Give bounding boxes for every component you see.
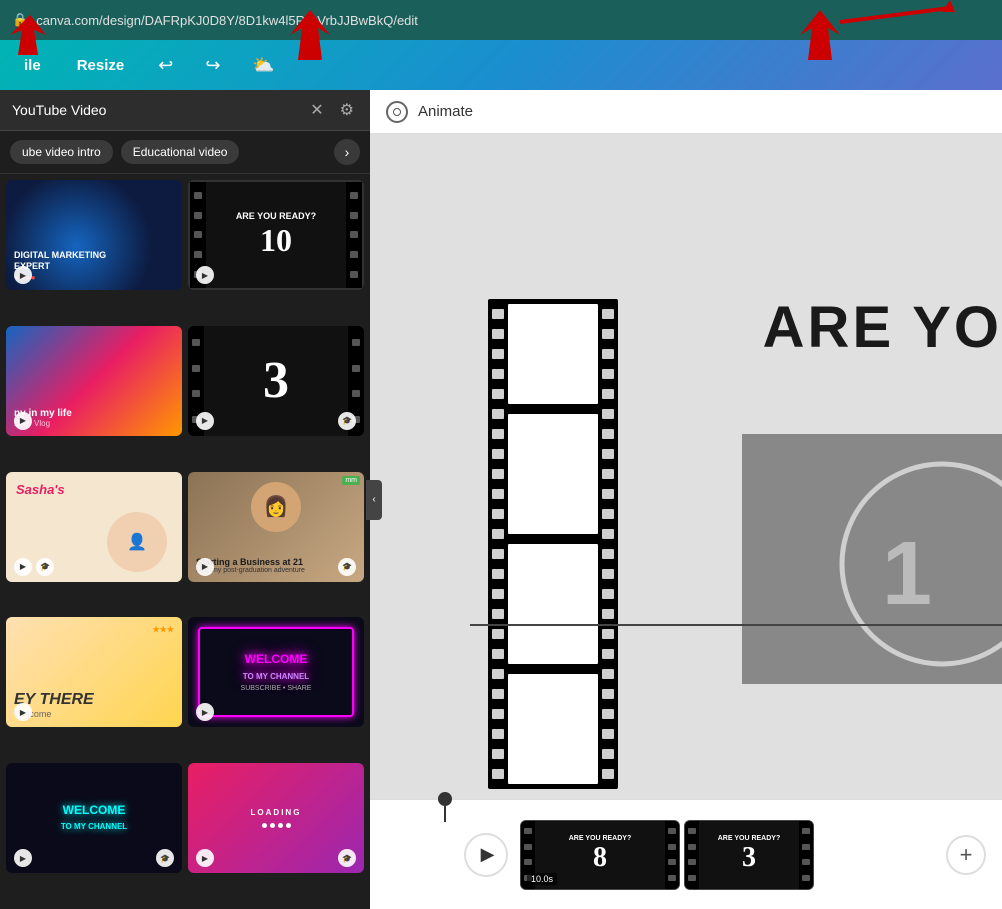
filter-tab-intro[interactable]: ube video intro [10,140,113,164]
main-area: ✕ ⚙ ube video intro Educational video › … [0,90,1002,909]
filter-tab-educational[interactable]: Educational video [121,140,240,164]
play-icon: ▶ [196,266,214,284]
template-grid: DIGITAL MARKETINGEXPERT ● ●●● ▶ [0,174,370,909]
play-icon: ▶ [196,412,214,430]
canvas-gray-box: 1 [742,434,1002,684]
search-bar: ✕ ⚙ [0,90,370,131]
undo-button[interactable]: ↩ [152,51,179,80]
timeline-clips: ARE YOU READY? 8 10.0s [520,820,934,890]
canvas-divider [470,624,1002,626]
template-item[interactable]: WELCOMETO MY CHANNEL SUBSCRIBE • SHARE ▶ [188,617,364,727]
sidebar-collapse-button[interactable]: ‹ [366,480,382,520]
toolbar: ile Resize ↩ ↪ ⛅ [0,40,1002,90]
template-item[interactable]: ny in my life Daily Vlog ▶ [6,326,182,436]
timeline-play-button[interactable]: ▶ [464,833,508,877]
template-item[interactable]: EY THERE Welcome ★★★ ▶ [6,617,182,727]
template-item[interactable]: ARE YOU READY? 10 ▶ [188,180,364,290]
template-item[interactable]: mm 👩 Starting a Business at 21 How my po… [188,472,364,582]
cap-icon: 🎓 [338,412,356,430]
svg-text:1: 1 [882,524,932,624]
play-icon: ▶ [196,558,214,576]
template-item[interactable]: 3 ▶ 🎓 [188,326,364,436]
search-input[interactable] [12,102,298,118]
lock-icon: 🔒 [12,12,28,28]
search-filter-button[interactable]: ⚙ [336,98,358,122]
animate-label[interactable]: Animate [418,103,473,120]
file-button[interactable]: ile [16,53,49,78]
resize-button[interactable]: Resize [69,53,133,78]
play-icon: ▶ [196,703,214,721]
canvas-viewport[interactable]: ARE YO 1 [370,134,1002,799]
template-item[interactable]: LOADING ▶ 🎓 [188,763,364,873]
filter-tabs: ube video intro Educational video › [0,131,370,174]
sidebar: ✕ ⚙ ube video intro Educational video › … [0,90,370,909]
cap-icon: 🎓 [36,558,54,576]
animate-bar: Animate [370,90,1002,134]
play-icon: ▶ [14,849,32,867]
add-clip-button[interactable]: + [946,835,986,875]
cap-icon: 🎓 [156,849,174,867]
clip-duration: 10.0s [527,873,557,885]
canvas-main-text: ARE YO [763,294,1002,361]
filmstrip [488,299,618,794]
play-icon: ▶ [14,266,32,284]
timeline: ▶ [370,799,1002,909]
animate-circle-icon [386,101,408,123]
play-icon: ▶ [14,558,32,576]
cloud-save-button[interactable]: ⛅ [246,51,280,80]
cap-icon: 🎓 [338,558,356,576]
template-item[interactable]: WELCOMETO MY CHANNEL ▶ 🎓 [6,763,182,873]
template-item[interactable]: Sasha's 👤 ▶ 🎓 [6,472,182,582]
redo-button[interactable]: ↪ [199,51,226,80]
play-icon: ▶ [481,844,495,865]
browser-bar: 🔒 canva.com/design/DAFRpKJ0D8Y/8D1kw4l5R… [0,0,1002,40]
add-icon: + [960,842,973,868]
canvas-area: Animate [370,90,1002,909]
filter-tabs-next-button[interactable]: › [334,139,360,165]
timeline-clip[interactable]: ARE YOU READY? 8 10.0s [520,820,680,890]
play-icon: ▶ [14,412,32,430]
url-bar[interactable]: canva.com/design/DAFRpKJ0D8Y/8D1kw4l5Rjl… [36,13,990,28]
timeline-clip[interactable]: ARE YOU READY? 3 [684,820,814,890]
search-clear-button[interactable]: ✕ [306,98,327,122]
timeline-indicator [438,792,452,822]
template-item[interactable]: DIGITAL MARKETINGEXPERT ● ●●● ▶ [6,180,182,290]
